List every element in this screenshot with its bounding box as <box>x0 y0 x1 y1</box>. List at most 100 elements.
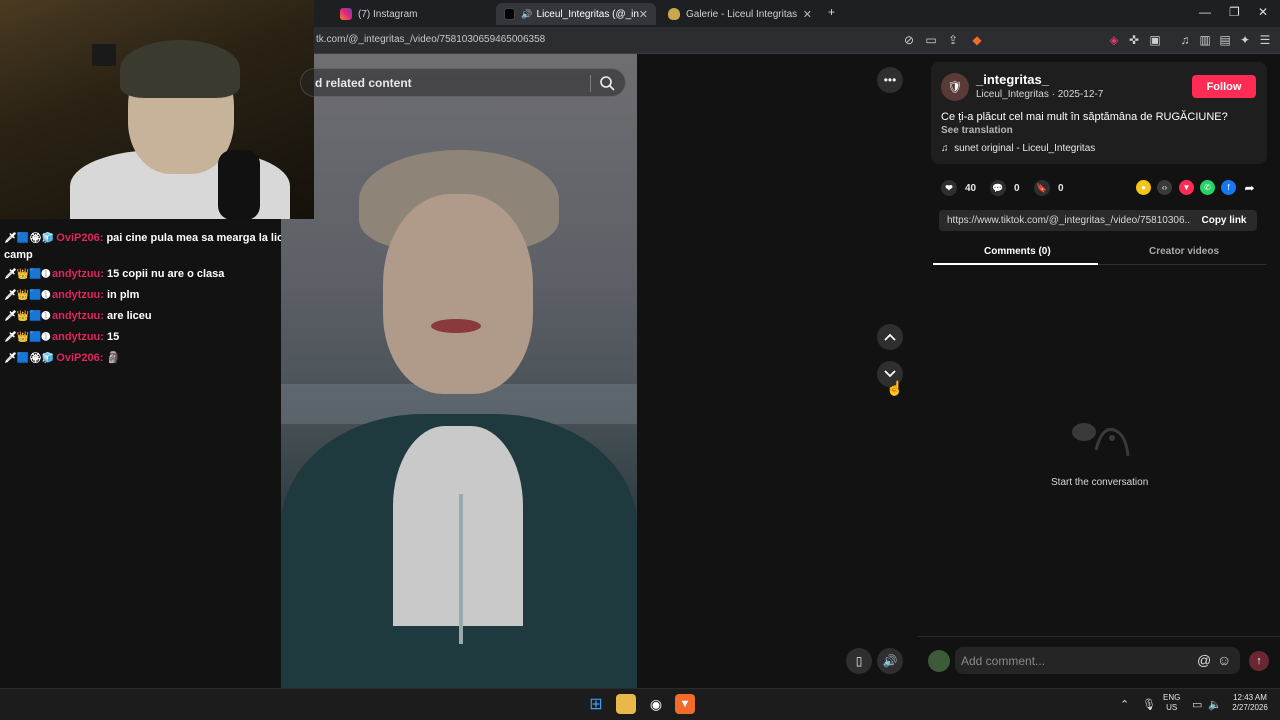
comment-input[interactable]: Add comment... @ ☺ <box>955 647 1240 674</box>
chat-username[interactable]: andytzuu: <box>52 289 104 301</box>
leo-icon[interactable]: ✦ <box>1238 33 1252 47</box>
file-explorer-icon[interactable] <box>616 694 636 714</box>
more-options-icon[interactable]: ••• <box>877 67 903 93</box>
sidebar-icon[interactable]: ▥ <box>1198 33 1212 47</box>
tray-chevron-icon[interactable]: ⌃ <box>1120 698 1129 711</box>
no-script-icon[interactable]: ⊘ <box>902 33 916 47</box>
brave-shield-icon[interactable]: ◆ <box>970 33 984 47</box>
chat-message: 🗡👑🟦➊ andytzuu: 15 <box>4 329 119 346</box>
chat-message: 🗡🟦🏵🧊 OviP206: pai cine pula mea sa mearga… <box>4 230 314 263</box>
embed-icon[interactable]: ‹› <box>1157 180 1172 195</box>
chat-username[interactable]: OviP206: <box>56 352 103 364</box>
previous-video-button[interactable] <box>877 324 903 350</box>
chat-text: are liceu <box>107 310 152 322</box>
avatar[interactable]: 🛡 <box>941 73 969 101</box>
post-caption: Ce ți-a plăcut cel mai mult în săptămâna… <box>941 111 1228 123</box>
share-icon[interactable]: ⇪ <box>946 33 960 47</box>
windows-taskbar <box>0 688 1280 720</box>
webcam-person-cap <box>120 40 240 98</box>
clock[interactable]: 12:43 AM 2/27/2026 <box>1229 693 1271 713</box>
tab-tiktok[interactable]: 🔊 Liceul_Integritas (@_integrita ✕ <box>496 3 656 25</box>
extensions-icon[interactable]: ✜ <box>1127 33 1141 47</box>
facebook-icon[interactable]: f <box>1221 180 1236 195</box>
chat-message: 🗡👑🟦➊ andytzuu: in plm <box>4 287 139 304</box>
restore-icon[interactable]: ❐ <box>1229 5 1240 19</box>
music-label: sunet original - Liceul_Integritas <box>954 143 1096 154</box>
video-link-field[interactable]: https://www.tiktok.com/@_integritas_/vid… <box>939 210 1191 231</box>
video-shirt <box>393 426 523 626</box>
language-indicator[interactable]: ENG US <box>1163 693 1180 713</box>
chat-badges: 🗡👑🟦➊ <box>4 311 50 322</box>
follow-button[interactable]: Follow <box>1192 75 1256 98</box>
tray-mic-icon[interactable]: 🎙 <box>1142 698 1156 711</box>
video-player[interactable] <box>281 54 637 688</box>
chat-badges: 🗡👑🟦➊ <box>4 290 50 301</box>
clock-date: 2/27/2026 <box>1232 703 1268 712</box>
tiktok-icon <box>504 8 516 20</box>
network-icon[interactable]: ▭ <box>1192 698 1202 711</box>
music-link[interactable]: ♫ sunet original - Liceul_Integritas <box>941 143 1095 154</box>
menu-icon[interactable]: ☰ <box>1258 33 1272 47</box>
screenshot-icon[interactable]: ▣ <box>1148 33 1162 47</box>
volume-button[interactable]: 🔊 <box>877 648 903 674</box>
tab-instagram[interactable]: (7) Instagram <box>332 3 492 25</box>
close-tab-icon[interactable]: ✕ <box>639 8 648 21</box>
tab-label: Liceul_Integritas (@_integrita <box>536 8 639 20</box>
shield-icon <box>668 8 680 20</box>
brave-browser-icon[interactable]: ▼ <box>675 694 695 714</box>
chat-text: 15 copii nu are o clasa <box>107 268 225 280</box>
comment-icon: 💬 <box>990 180 1006 196</box>
pip-button[interactable]: ▯ <box>846 648 872 674</box>
emoji-icon[interactable]: ☺ <box>1217 652 1231 668</box>
bookmark-icon: 🔖 <box>1034 180 1050 196</box>
chat-username[interactable]: OviP206: <box>56 232 103 244</box>
vpn-icon[interactable]: ◈ <box>1107 33 1121 47</box>
share-arrow-icon[interactable]: ➦ <box>1242 180 1257 195</box>
obs-icon[interactable]: ◉ <box>646 694 666 714</box>
chat-username[interactable]: andytzuu: <box>52 268 104 280</box>
video-zipper <box>459 494 463 644</box>
chat-text: 🗿 <box>106 352 121 364</box>
like-button[interactable]: ❤ 40 <box>941 179 976 197</box>
chat-badges: 🗡👑🟦➊ <box>4 269 50 280</box>
chat-message: 🗡👑🟦➊ andytzuu: 15 copii nu are o clasa <box>4 266 224 283</box>
search-icon[interactable] <box>599 75 615 91</box>
mention-icon[interactable]: @ <box>1197 652 1211 668</box>
media-icon[interactable]: ♫ <box>1178 33 1192 47</box>
cast-icon[interactable]: ▭ <box>924 33 938 47</box>
tab-galerie[interactable]: Galerie - Liceul Integritas ✕ <box>660 3 820 25</box>
clock-time: 12:43 AM <box>1233 693 1267 702</box>
video-face <box>383 194 533 394</box>
minimize-icon[interactable]: — <box>1199 5 1211 19</box>
send-comment-button[interactable]: ↑ <box>1249 651 1269 671</box>
search-input[interactable]: d related content <box>300 68 626 97</box>
new-tab-button[interactable]: + <box>828 5 835 19</box>
cursor-icon: ☝ <box>886 380 904 396</box>
chevron-up-icon <box>884 333 896 341</box>
url-field[interactable]: tk.com/@_integritas_/video/7581030659465… <box>316 34 545 45</box>
save-button[interactable]: 🔖 0 <box>1034 179 1064 197</box>
speaker-tray-icon[interactable]: 🔈 <box>1208 698 1222 711</box>
author-subtitle: Liceul_Integritas · 2025-12-7 <box>976 89 1104 100</box>
tab-creator-videos[interactable]: Creator videos <box>1149 246 1219 257</box>
tab-comments[interactable]: Comments (0) <box>984 246 1051 257</box>
instagram-icon <box>340 8 352 20</box>
active-tab-indicator <box>933 263 1098 265</box>
chat-username[interactable]: andytzuu: <box>52 310 104 322</box>
author-username[interactable]: _integritas_ <box>976 72 1049 87</box>
close-tab-icon[interactable]: ✕ <box>803 8 812 21</box>
user-avatar <box>928 650 950 672</box>
speaker-icon: 🔊 <box>521 8 533 19</box>
wallet-icon[interactable]: ▤ <box>1218 33 1232 47</box>
copy-link-button[interactable]: Copy link <box>1191 210 1257 231</box>
heart-icon: ❤ <box>941 180 957 196</box>
coin-icon[interactable]: ● <box>1136 180 1151 195</box>
repost-icon[interactable]: ▼ <box>1179 180 1194 195</box>
windows-start-icon[interactable]: ⊞ <box>586 694 606 714</box>
whatsapp-icon[interactable]: ✆ <box>1200 180 1215 195</box>
chat-username[interactable]: andytzuu: <box>52 331 104 343</box>
see-translation-link[interactable]: See translation <box>941 125 1013 136</box>
comment-button[interactable]: 💬 0 <box>990 179 1020 197</box>
close-window-icon[interactable]: ✕ <box>1258 5 1268 19</box>
save-count: 0 <box>1058 182 1064 194</box>
